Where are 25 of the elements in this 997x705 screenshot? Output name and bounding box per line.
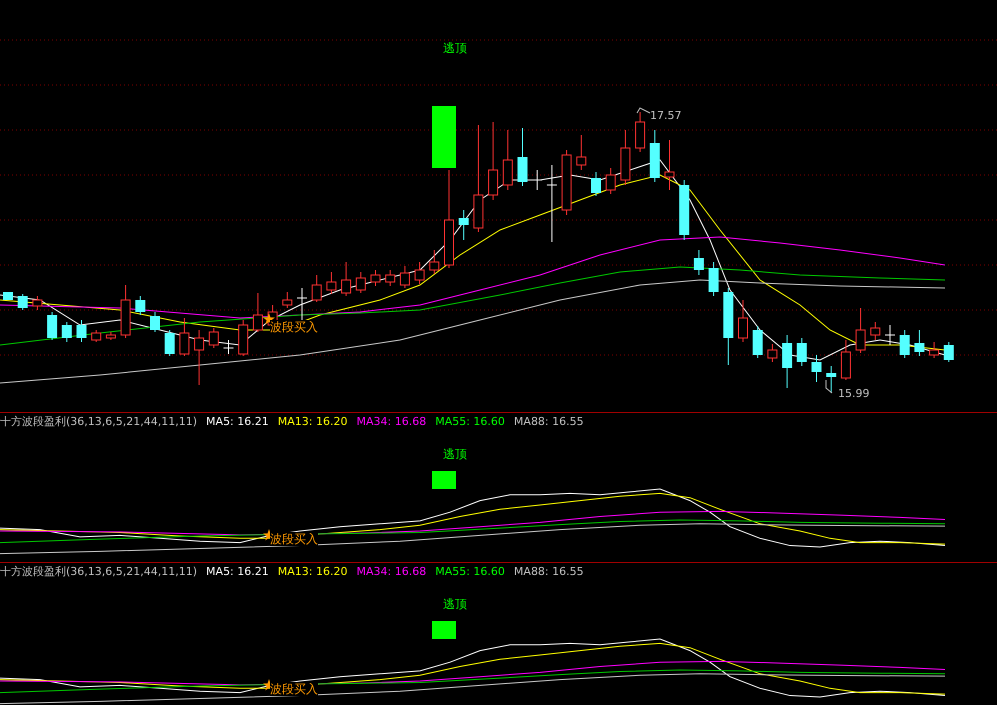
legend-item: MA34: 16.68 bbox=[356, 566, 426, 576]
buy-signal-label: 波段买入 bbox=[270, 320, 318, 334]
legend-item: MA13: 16.20 bbox=[278, 416, 348, 426]
sell-signal-label: 逃顶 bbox=[443, 40, 467, 57]
signal-block bbox=[432, 106, 456, 168]
indicator-title: 十方波段盈利(36,13,6,5,21,44,11,11) bbox=[0, 416, 198, 426]
sell-signal-label: 逃顶 bbox=[443, 446, 467, 463]
legend-item: MA88: 16.55 bbox=[514, 566, 584, 576]
legend-item: MA55: 16.60 bbox=[435, 416, 505, 426]
high-price-label: 17.57 bbox=[650, 108, 682, 124]
buy-signal-label: 波段买入 bbox=[270, 682, 318, 696]
legend-item: MA5: 16.21 bbox=[206, 416, 269, 426]
legend-item: MA55: 16.60 bbox=[435, 566, 505, 576]
leader-line bbox=[826, 380, 832, 394]
sell-signal-label: 逃顶 bbox=[443, 596, 467, 613]
low-price-label: 15.99 bbox=[838, 386, 870, 402]
legend-item: MA88: 16.55 bbox=[514, 416, 584, 426]
signal-block bbox=[432, 471, 456, 489]
legend-item: MA5: 16.21 bbox=[206, 566, 269, 576]
signal-block bbox=[432, 621, 456, 639]
indicator-title: 十方波段盈利(36,13,6,5,21,44,11,11) bbox=[0, 566, 198, 576]
legend-item: MA13: 16.20 bbox=[278, 566, 348, 576]
buy-signal-label: 波段买入 bbox=[270, 532, 318, 546]
leader-line bbox=[636, 107, 650, 114]
legend-item: MA34: 16.68 bbox=[356, 416, 426, 426]
